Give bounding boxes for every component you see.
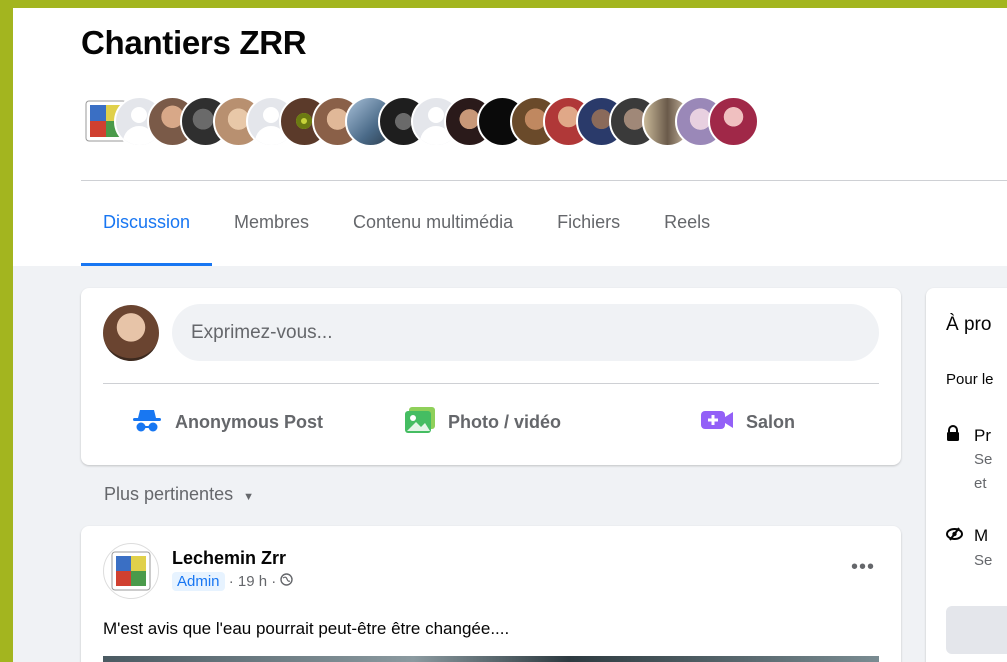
post-time[interactable]: 19 h <box>238 573 267 590</box>
post-image[interactable] <box>103 656 879 662</box>
room-button[interactable]: Salon <box>700 400 795 444</box>
incognito-icon <box>131 407 163 438</box>
about-description: Pour le <box>946 371 994 388</box>
meta-separator: · <box>224 573 238 590</box>
group-tabs: Discussion Membres Contenu multimédia Fi… <box>81 204 732 266</box>
current-user-avatar[interactable] <box>103 305 159 361</box>
visibility-title: M <box>974 526 989 545</box>
visibility-desc: Se <box>974 552 993 569</box>
about-learn-more-button[interactable] <box>946 606 1007 654</box>
sort-label: Plus pertinentes <box>104 484 234 504</box>
tab-reels[interactable]: Reels <box>642 204 732 266</box>
privacy-row: Pr <box>946 425 991 446</box>
composer-divider <box>103 383 879 384</box>
header-divider <box>81 180 1007 181</box>
member-avatar[interactable] <box>708 96 759 147</box>
sort-selector[interactable]: Plus pertinentes ▼ <box>104 484 254 505</box>
admin-badge[interactable]: Admin <box>172 572 225 591</box>
anonymous-post-label: Anonymous Post <box>175 411 324 432</box>
compose-input[interactable]: Exprimez-vous... <box>172 304 879 361</box>
photo-icon <box>404 406 436 439</box>
feed-post: Lechemin Zrr Admin · 19 h · ••• M'est av… <box>81 526 901 662</box>
privacy-desc-1: Se <box>974 451 993 468</box>
caret-down-icon: ▼ <box>243 491 254 503</box>
visibility-row: M <box>946 526 988 546</box>
post-composer: Exprimez-vous... Anonymous Post Photo / … <box>81 288 901 465</box>
privacy-desc-2: et <box>974 475 987 492</box>
lock-icon <box>946 425 974 446</box>
post-author-name[interactable]: Lechemin Zrr <box>172 548 286 569</box>
about-panel: À pro Pour le Pr Se et M Se <box>926 288 1007 662</box>
post-author-avatar[interactable] <box>103 543 159 599</box>
globe-icon <box>280 573 294 590</box>
photo-video-button[interactable]: Photo / vidéo <box>404 400 561 444</box>
tab-media[interactable]: Contenu multimédia <box>331 204 535 266</box>
post-text: M'est avis que l'eau pourrait peut-être … <box>103 619 510 638</box>
eye-slash-icon <box>946 526 974 546</box>
room-label: Salon <box>746 411 796 432</box>
privacy-title: Pr <box>974 426 991 445</box>
meta-separator: · <box>267 573 281 590</box>
tab-discussion[interactable]: Discussion <box>81 204 213 266</box>
page-frame: Chantiers ZRR Discussion Membres Contenu… <box>13 8 1007 662</box>
post-options-icon[interactable]: ••• <box>851 556 875 579</box>
post-meta: Admin · 19 h · <box>172 572 294 591</box>
anonymous-post-button[interactable]: Anonymous Post <box>131 400 323 444</box>
group-title[interactable]: Chantiers ZRR <box>81 24 307 62</box>
photo-video-label: Photo / vidéo <box>448 411 562 432</box>
group-header: Chantiers ZRR Discussion Membres Contenu… <box>13 8 1007 266</box>
tab-members[interactable]: Membres <box>212 204 331 266</box>
video-room-icon <box>700 409 734 436</box>
tab-files[interactable]: Fichiers <box>535 204 642 266</box>
about-title: À pro <box>946 314 992 335</box>
member-avatars[interactable] <box>81 96 759 148</box>
